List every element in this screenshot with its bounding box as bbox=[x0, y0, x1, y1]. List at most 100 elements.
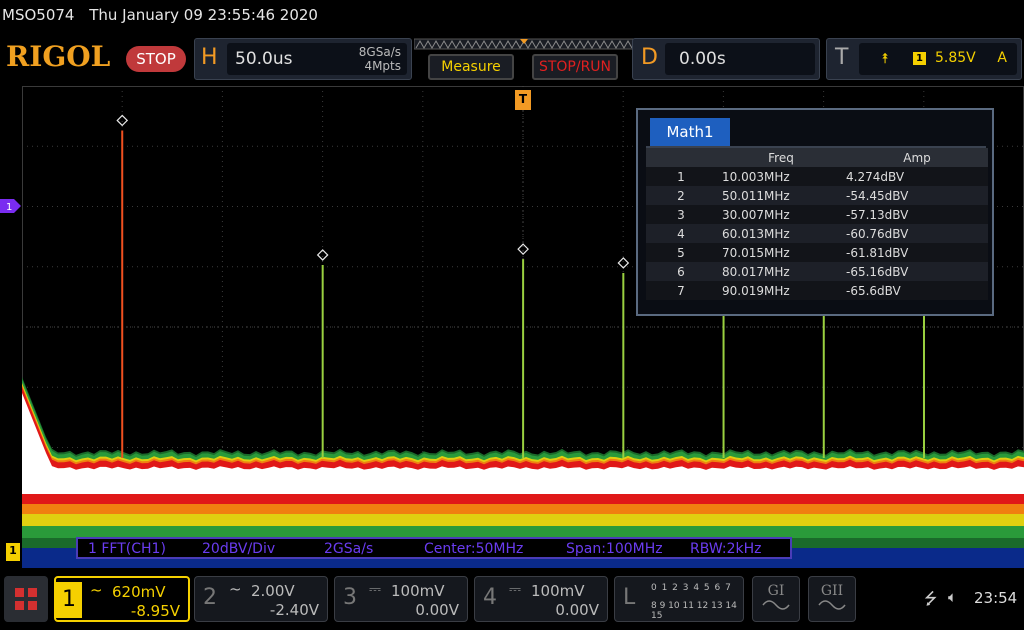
peak-index: 2 bbox=[646, 186, 716, 205]
instrument-info: MSO5074 Thu January 09 23:55:46 2020 bbox=[2, 6, 328, 24]
peak-freq: 50.011MHz bbox=[716, 186, 846, 205]
clock: 23:54 bbox=[974, 589, 1018, 607]
speaker-muted-icon[interactable]: 🔈︎ bbox=[948, 588, 957, 606]
peak-amp: -57.13dBV bbox=[846, 205, 988, 224]
memory-position-strip bbox=[414, 38, 634, 50]
peak-freq: 60.013MHz bbox=[716, 224, 846, 243]
channel-1-offset: -8.95V bbox=[130, 602, 180, 620]
math1-tab[interactable]: Math1 bbox=[650, 118, 730, 146]
delay-value: 0.00s bbox=[679, 49, 726, 69]
model-name: MSO5074 bbox=[2, 6, 75, 24]
peak-row: 5 70.015MHz -61.81dBV bbox=[646, 243, 988, 262]
delay-value-box: 0.00s bbox=[665, 43, 815, 75]
sine-wave-icon bbox=[762, 600, 790, 610]
fft-info-bar: 1 FFT(CH1) 20dBV/Div 2GSa/s Center:50MHz… bbox=[76, 537, 792, 559]
horizontal-value-box: 50.0us 8GSa/s 4Mpts bbox=[227, 43, 407, 75]
trigger-source: 1 bbox=[913, 52, 926, 65]
col-freq: Freq bbox=[716, 148, 846, 167]
peak-row: 1 10.003MHz 4.274dBV bbox=[646, 167, 988, 186]
logic-channels-high: 8 9 10 11 12 13 14 15 bbox=[651, 601, 737, 621]
run-state-badge: STOP bbox=[126, 46, 186, 72]
delay-panel[interactable]: D 0.00s bbox=[632, 38, 820, 80]
peak-row: 7 90.019MHz -65.6dBV bbox=[646, 281, 988, 300]
peak-row: 2 50.011MHz -54.45dBV bbox=[646, 186, 988, 205]
trigger-level: 5.85V bbox=[935, 50, 976, 66]
dc-coupling-icon: ⎓ bbox=[509, 580, 521, 598]
peak-index: 4 bbox=[646, 224, 716, 243]
fft-rate: 2GSa/s bbox=[324, 541, 374, 557]
dc-coupling-icon: ⎓ bbox=[369, 580, 381, 598]
channel-3-number: 3 bbox=[343, 585, 357, 610]
channel-4-offset: 0.00V bbox=[555, 601, 599, 619]
horizontal-letter: H bbox=[201, 45, 218, 70]
channel-4-number: 4 bbox=[483, 585, 497, 610]
ch1-ref-marker[interactable]: 1 bbox=[6, 543, 20, 561]
channel-2-scale: 2.00V bbox=[251, 582, 295, 600]
peak-index: 7 bbox=[646, 281, 716, 300]
channel-4-box[interactable]: 4 ⎓ 100mV 0.00V bbox=[474, 576, 608, 622]
trigger-letter: T bbox=[835, 45, 849, 70]
peak-index: 3 bbox=[646, 205, 716, 224]
math-ref-marker[interactable]: 1 bbox=[0, 199, 22, 213]
channel-1-scale: 620mV bbox=[112, 583, 166, 601]
math-peak-table-panel: Math1 Freq Amp 1 10.003MHz 4.274dBV 2 50.011… bbox=[636, 108, 994, 316]
channel-3-box[interactable]: 3 ⎓ 100mV 0.00V bbox=[334, 576, 468, 622]
stop-run-button[interactable]: STOP/RUN bbox=[532, 54, 618, 80]
channel-2-number: 2 bbox=[203, 585, 217, 610]
peak-freq: 70.015MHz bbox=[716, 243, 846, 262]
generator-1-label: GI bbox=[767, 583, 785, 599]
logic-analyzer-box[interactable]: L 0 1 2 3 4 5 6 7 8 9 10 11 12 13 14 15 bbox=[614, 576, 744, 622]
fft-center: Center:50MHz bbox=[424, 541, 524, 557]
peak-index: 1 bbox=[646, 167, 716, 186]
generator-1-button[interactable]: GI bbox=[752, 576, 800, 622]
col-amp: Amp bbox=[846, 148, 988, 167]
col-index bbox=[646, 148, 716, 167]
menu-icon[interactable] bbox=[4, 576, 48, 622]
channel-4-scale: 100mV bbox=[531, 582, 585, 600]
rising-edge-icon: ⯭ bbox=[881, 51, 890, 67]
sample-rate: 8GSa/s bbox=[358, 45, 401, 59]
logic-letter: L bbox=[623, 585, 636, 610]
peak-amp: 4.274dBV bbox=[846, 167, 988, 186]
channel-1-box[interactable]: 1 ~ 620mV -8.95V bbox=[54, 576, 190, 622]
trigger-value-box: ⯭ 1 5.85V A bbox=[859, 43, 1017, 75]
fft-source: 1 FFT(CH1) bbox=[88, 541, 166, 557]
peak-amp: -60.76dBV bbox=[846, 224, 988, 243]
trigger-position-marker[interactable]: T bbox=[515, 90, 531, 110]
peak-table: Freq Amp 1 10.003MHz 4.274dBV 2 50.011MHz -54… bbox=[646, 148, 988, 300]
rigol-logo: RIGOL bbox=[6, 40, 111, 73]
peak-index: 5 bbox=[646, 243, 716, 262]
measure-button[interactable]: Measure bbox=[428, 54, 514, 80]
datetime: Thu January 09 23:55:46 2020 bbox=[89, 6, 318, 24]
memory-depth: 4Mpts bbox=[364, 59, 401, 73]
channel-3-offset: 0.00V bbox=[415, 601, 459, 619]
peak-amp: -65.16dBV bbox=[846, 262, 988, 281]
delay-letter: D bbox=[641, 45, 658, 70]
horizontal-panel[interactable]: H 50.0us 8GSa/s 4Mpts bbox=[194, 38, 412, 80]
generator-2-label: GII bbox=[820, 583, 844, 599]
peak-freq: 90.019MHz bbox=[716, 281, 846, 300]
timebase-value: 50.0us bbox=[235, 49, 293, 69]
peak-row: 3 30.007MHz -57.13dBV bbox=[646, 205, 988, 224]
peak-row: 4 60.013MHz -60.76dBV bbox=[646, 224, 988, 243]
ac-coupling-icon: ~ bbox=[90, 581, 103, 599]
fft-rbw: RBW:2kHz bbox=[690, 541, 762, 557]
peak-amp: -61.81dBV bbox=[846, 243, 988, 262]
logic-channels-low: 0 1 2 3 4 5 6 7 bbox=[651, 583, 732, 593]
peak-freq: 10.003MHz bbox=[716, 167, 846, 186]
channel-2-offset: -2.40V bbox=[269, 601, 319, 619]
channel-3-scale: 100mV bbox=[391, 582, 445, 600]
acquisition-info: 8GSa/s 4Mpts bbox=[359, 45, 401, 73]
peak-row: 6 80.017MHz -65.16dBV bbox=[646, 262, 988, 281]
peak-marker bbox=[517, 243, 529, 255]
channel-1-number: 1 bbox=[56, 582, 82, 618]
fft-scale: 20dBV/Div bbox=[202, 541, 276, 557]
trigger-panel[interactable]: T ⯭ 1 5.85V A bbox=[826, 38, 1022, 80]
generator-2-button[interactable]: GII bbox=[808, 576, 856, 622]
peak-amp: -54.45dBV bbox=[846, 186, 988, 205]
peak-freq: 80.017MHz bbox=[716, 262, 846, 281]
usb-icon: ⭍ bbox=[924, 589, 938, 608]
channel-2-box[interactable]: 2 ~ 2.00V -2.40V bbox=[194, 576, 328, 622]
left-rail bbox=[0, 86, 22, 568]
math-ref-label: 1 bbox=[6, 202, 12, 213]
